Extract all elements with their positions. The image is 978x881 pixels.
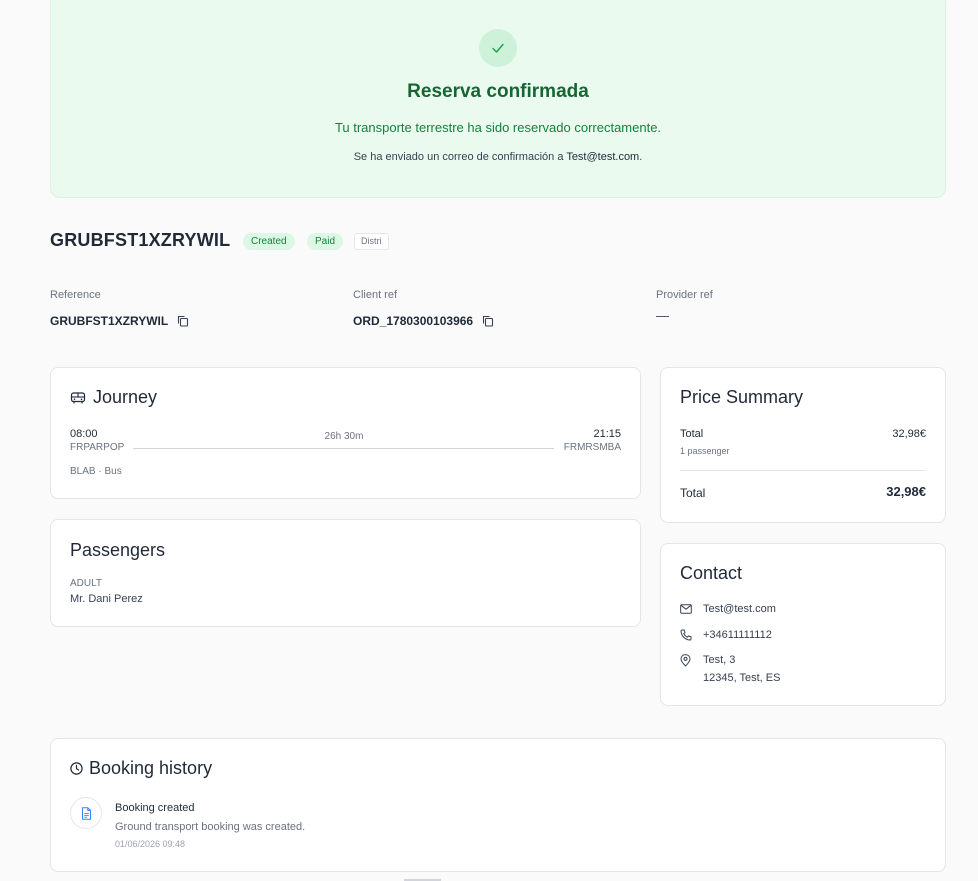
status-badge-paid: Paid [307, 233, 344, 250]
status-badge-distri: Distri [354, 233, 389, 250]
passenger-type: ADULT [70, 578, 103, 589]
booking-code-title: GRUBFST1XZRYWIL [50, 230, 231, 250]
status-badge-created: Created [243, 233, 295, 250]
client-ref-value: ORD_1780300103966 [353, 314, 474, 328]
journey-card: Journey 08:00 FRPARPOP 26h 30m 21:15 FRM… [50, 367, 641, 499]
arrival-code: FRMRSMBA [563, 442, 621, 453]
price-total-value: 32,98€ [886, 484, 926, 499]
reference-field: GRUBFST1XZRYWIL [50, 314, 189, 328]
confirmation-subtitle: Tu transporte terrestre ha sido reservad… [334, 120, 662, 135]
history-event-title: Booking created [115, 802, 195, 814]
contact-email[interactable]: Test@test.com [703, 600, 776, 618]
price-row-passengers: 1 passenger [680, 446, 730, 456]
check-icon [479, 29, 517, 67]
clock-icon [70, 762, 83, 780]
contact-address-row: Test, 3 12345, Test, ES [680, 651, 780, 687]
reference-value: GRUBFST1XZRYWIL [50, 314, 169, 328]
passengers-title: Passengers [70, 540, 166, 560]
client-ref-field: ORD_1780300103966 [353, 314, 494, 328]
phone-icon [680, 626, 692, 644]
passenger-name: Mr. Dani Perez [70, 593, 143, 605]
journey-title: Journey [93, 387, 158, 407]
contact-email-row: Test@test.com [680, 600, 776, 618]
history-event-description: Ground transport booking was created. [115, 821, 306, 833]
email-note-prefix: Se ha enviado un correo de confirmación … [353, 151, 567, 163]
journey-line [133, 448, 554, 449]
price-total-label: Total [680, 486, 706, 500]
provider-ref-label: Provider ref [656, 289, 713, 301]
price-summary-card: Price Summary Total 1 passenger 32,98€ T… [660, 367, 946, 523]
confirmation-title: Reserva confirmada [407, 81, 589, 102]
reference-label: Reference [50, 289, 101, 301]
history-event-date: 01/06/2026 09:48 [115, 839, 186, 849]
email-note-address: Test@test.com [566, 151, 640, 163]
price-row-value: 32,98€ [892, 428, 926, 440]
document-icon [70, 797, 102, 829]
copy-icon[interactable] [482, 315, 494, 327]
contact-phone-row: +34611111112 [680, 626, 772, 644]
provider-ref-value: — [656, 308, 669, 323]
contact-address-line2: 12345, Test, ES [703, 672, 781, 684]
contact-address-line1: Test, 3 [703, 654, 736, 666]
price-divider [680, 470, 926, 471]
bus-icon [70, 391, 86, 410]
mail-icon [680, 600, 692, 618]
booking-history-title: Booking history [89, 758, 213, 778]
arrival-time: 21:15 [593, 428, 621, 440]
departure-code: FRPARPOP [70, 442, 125, 453]
client-ref-label: Client ref [353, 289, 398, 301]
price-summary-title: Price Summary [680, 387, 804, 407]
passengers-card: Passengers ADULT Mr. Dani Perez [50, 519, 641, 627]
journey-provider: BLAB · Bus [70, 466, 122, 477]
confirmation-banner: Reserva confirmada Tu transporte terrest… [50, 0, 946, 198]
contact-title: Contact [680, 563, 743, 583]
journey-duration: 26h 30m [324, 431, 364, 442]
email-note-suffix: . [639, 151, 643, 163]
booking-history-card: Booking history Booking created Ground t… [50, 738, 946, 872]
copy-icon[interactable] [177, 315, 189, 327]
price-row-label: Total [680, 428, 704, 440]
contact-phone[interactable]: +34611111112 [703, 626, 772, 644]
confirmation-email-note: Se ha enviado un correo de confirmación … [51, 151, 945, 163]
map-pin-icon [680, 651, 692, 669]
contact-address: Test, 3 12345, Test, ES [703, 651, 780, 687]
contact-card: Contact Test@test.com +34611111112 Test,… [660, 543, 946, 706]
